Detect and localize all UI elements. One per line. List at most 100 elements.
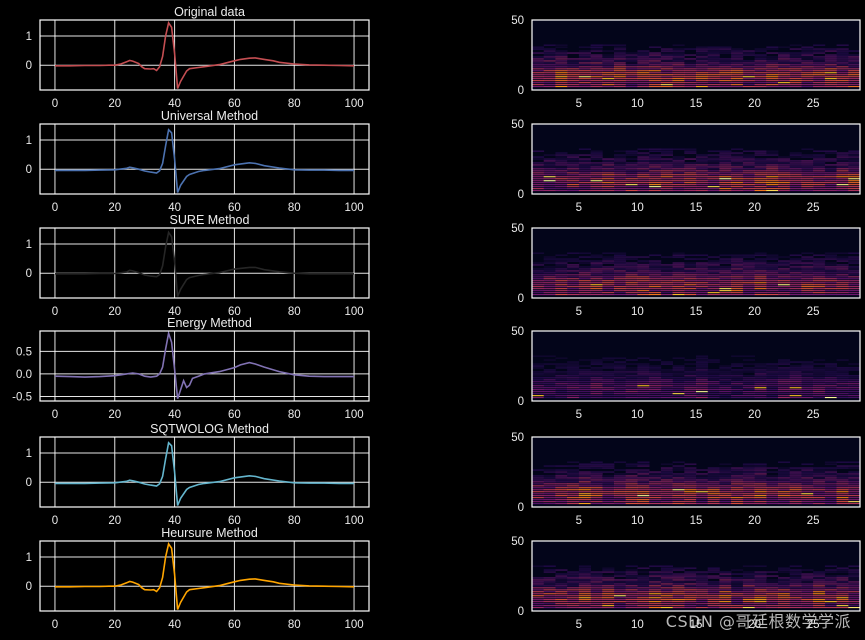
heatmap-cell — [614, 270, 627, 272]
heatmap-cell — [813, 373, 826, 375]
heatmap-cell — [801, 501, 814, 503]
heatmap-cell — [684, 264, 697, 266]
heatmap-cell — [848, 587, 860, 589]
heatmap-cell — [649, 503, 662, 505]
heatmap-cell — [625, 501, 638, 503]
heatmap-cell — [578, 475, 591, 477]
heatmap-cell — [848, 483, 860, 485]
heatmap-cell — [578, 481, 591, 483]
heatmap-cell — [789, 389, 802, 391]
heatmap-cell — [660, 589, 673, 591]
heatmap-cell — [789, 66, 802, 68]
heatmap-cell — [590, 290, 603, 292]
heatmap-cell — [719, 483, 732, 485]
heatmap-cell — [731, 288, 744, 290]
heatmap-cell — [543, 186, 556, 188]
heatmap-cell — [660, 381, 673, 383]
heatmap-cell — [590, 174, 603, 176]
heatmap-cell — [801, 577, 814, 579]
heatmap-cell — [824, 473, 837, 475]
heatmap-cell — [742, 571, 755, 573]
heatmap-cell — [672, 274, 685, 276]
heatmap-cell — [614, 357, 627, 359]
heatmap-cell — [789, 581, 802, 583]
x-tick-label: 100 — [344, 202, 363, 214]
heatmap-cell — [848, 186, 860, 188]
heatmap-cell — [543, 74, 556, 76]
heatmap-cell — [543, 168, 556, 170]
heatmap-cell — [649, 182, 662, 184]
heatmap-cell — [684, 381, 697, 383]
heatmap-cell — [719, 585, 732, 587]
heatmap-cell — [625, 377, 638, 379]
heatmap-cell — [801, 575, 814, 577]
heatmap-cell — [731, 272, 744, 274]
heatmap-cell — [684, 152, 697, 154]
heatmap-cell — [719, 290, 732, 292]
heatmap-cell — [719, 186, 732, 188]
heatmap-cell — [742, 503, 755, 505]
heatmap-cell — [637, 274, 650, 276]
heatmap-cell — [766, 487, 779, 489]
heatmap-cell — [778, 501, 791, 503]
heatmap-cell — [848, 176, 860, 178]
heatmap-cell — [836, 190, 849, 192]
heatmap-cell — [836, 294, 849, 296]
heatmap-cell — [590, 603, 603, 605]
heatmap-cell — [649, 58, 662, 60]
heatmap-cell — [543, 389, 556, 391]
heatmap-cell — [567, 387, 580, 389]
heatmap-cell — [824, 58, 837, 60]
heatmap-cell — [532, 383, 545, 385]
heatmap-cell — [567, 86, 580, 88]
heatmap-cell — [602, 583, 615, 585]
heatmap-cell — [742, 387, 755, 389]
heatmap-cell — [532, 52, 545, 54]
heatmap-cell — [590, 463, 603, 465]
heatmap-cell — [637, 58, 650, 60]
heatmap-cell — [625, 469, 638, 471]
heatmap-cell — [742, 573, 755, 575]
heatmap-cell — [778, 587, 791, 589]
heatmap-cell — [660, 595, 673, 597]
heatmap-cell — [637, 393, 650, 395]
heatmap-cell — [742, 397, 755, 399]
heatmap-cell — [836, 605, 849, 607]
heatmap-cell — [742, 150, 755, 152]
heatmap-cell — [532, 180, 545, 182]
heatmap-cell — [754, 483, 767, 485]
heatmap-cell — [578, 72, 591, 74]
heatmap-cell — [719, 379, 732, 381]
heatmap-cell — [789, 164, 802, 166]
heatmap-cell — [614, 497, 627, 499]
heatmap-cell — [731, 80, 744, 82]
heatmap-cell — [532, 86, 545, 88]
heatmap-cell — [578, 383, 591, 385]
heatmap-cell — [836, 176, 849, 178]
heatmap-cell — [590, 84, 603, 86]
heatmap-cell — [848, 487, 860, 489]
heatmap-cell — [801, 262, 814, 264]
heatmap-cell — [824, 292, 837, 294]
heatmap-cell — [719, 397, 732, 399]
heatmap-cell — [614, 593, 627, 595]
heatmap-cell — [543, 182, 556, 184]
heatmap-cell — [649, 260, 662, 262]
heatmap-cell — [766, 589, 779, 591]
heatmap-cell — [719, 166, 732, 168]
heatmap-cell — [567, 579, 580, 581]
heatmap-cell — [707, 369, 720, 371]
heatmap-cell — [684, 589, 697, 591]
heatmap-cell — [848, 575, 860, 577]
heatmap-cell — [731, 56, 744, 58]
heatmap-cell — [614, 172, 627, 174]
heatmap-cell — [719, 266, 732, 268]
x-tick-label: 0 — [52, 515, 58, 527]
heatmap-cell — [625, 290, 638, 292]
heatmap-cell — [578, 487, 591, 489]
heatmap-cell — [660, 475, 673, 477]
heatmap-cell — [707, 485, 720, 487]
heatmap-cell — [614, 589, 627, 591]
heatmap-cell — [766, 46, 779, 48]
heatmap-cell — [567, 375, 580, 377]
